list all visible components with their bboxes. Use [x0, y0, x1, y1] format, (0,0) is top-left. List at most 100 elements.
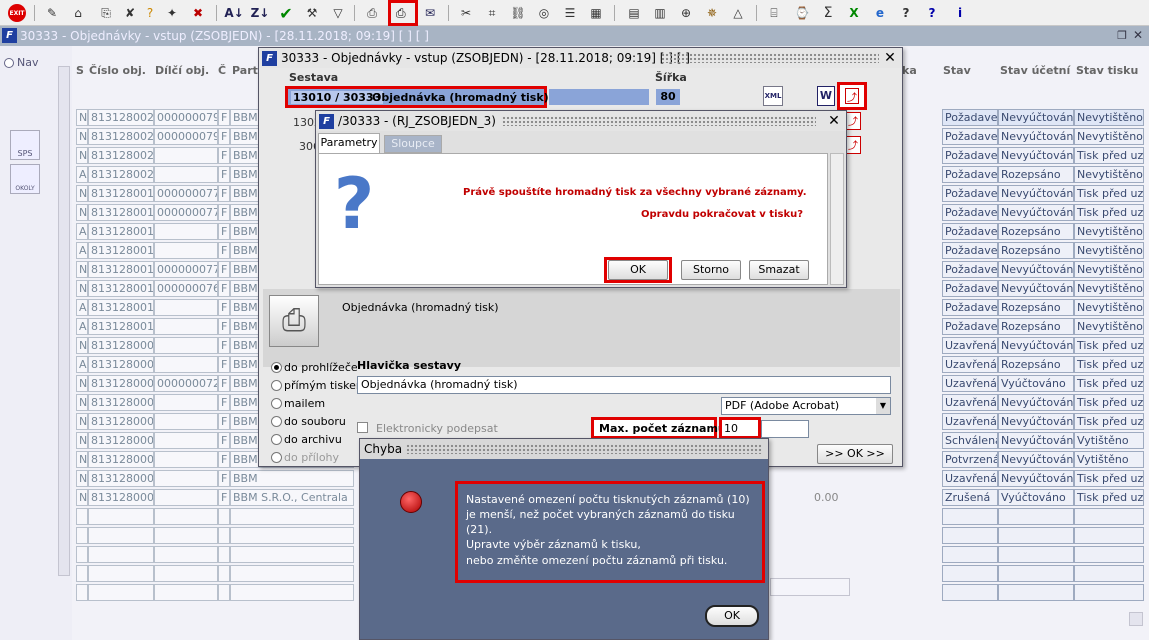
grid-cell-tisk[interactable]: Nevytištěno	[1074, 280, 1144, 297]
grid-cell-ucetni[interactable]: Nevyúčtováno	[998, 280, 1074, 297]
grid-cell-ucetni[interactable]: Nevyúčtováno	[998, 432, 1074, 449]
grid-cell-dilci[interactable]	[154, 565, 218, 582]
grid-cell-stav[interactable]: Požadavek	[942, 280, 998, 297]
xml-export-icon[interactable]: XML	[763, 86, 783, 106]
grid-cell-cislo[interactable]	[88, 546, 154, 563]
close-icon[interactable]: ✕	[1133, 28, 1143, 42]
grid-cell-tisk[interactable]: Nevytištěno	[1074, 318, 1144, 335]
copy-icon[interactable]: ⎘	[96, 3, 116, 23]
grid-cell-s[interactable]: N	[76, 109, 88, 126]
nav-radio[interactable]	[4, 58, 14, 68]
grid-cell-partner[interactable]: BBM S.R.O., Centrala	[230, 489, 354, 506]
printer-icon[interactable]: ⎙	[362, 3, 382, 23]
grid-cell-stav[interactable]: Uzavřená	[942, 394, 998, 411]
grid-cell-c[interactable]: F	[218, 261, 230, 278]
query-cancel-icon[interactable]: ✖	[188, 3, 208, 23]
radio-output-3[interactable]	[271, 416, 282, 427]
grid-cell-s[interactable]	[76, 584, 88, 601]
sign-checkbox[interactable]	[357, 422, 368, 433]
grid-cell-dilci[interactable]: 0000000768	[154, 280, 218, 297]
grid-cell-s[interactable]: N	[76, 375, 88, 392]
grid-cell-ucetni[interactable]: Rozepsáno	[998, 223, 1074, 240]
grid-cell-stav[interactable]: Uzavřená	[942, 470, 998, 487]
col-header-cislo-obj[interactable]: Číslo obj.	[89, 64, 146, 77]
grid-cell-stav[interactable]: Požadavek	[942, 261, 998, 278]
exit-button[interactable]: EXIT	[6, 3, 28, 23]
world-icon[interactable]: ⊕	[676, 3, 696, 23]
grid-cell-stav[interactable]	[942, 546, 998, 563]
grid-cell-c[interactable]: F	[218, 470, 230, 487]
grid-cell-cislo[interactable]: 8131280018	[88, 185, 154, 202]
mass-print-button[interactable]: ⎙	[388, 0, 418, 26]
grid-cell-dilci[interactable]	[154, 432, 218, 449]
grid-cell-dilci[interactable]	[154, 318, 218, 335]
grid-cell-dilci[interactable]	[154, 147, 218, 164]
filter-icon[interactable]: ▽	[328, 3, 348, 23]
document-icon[interactable]: ▥	[650, 3, 670, 23]
max-records-input[interactable]: 10	[719, 417, 761, 439]
col-header-dilci-obj[interactable]: Dílčí obj.	[155, 64, 209, 77]
query-edit-icon[interactable]: ✦	[162, 3, 182, 23]
grid-cell-tisk[interactable]: Vytištěno	[1074, 451, 1144, 468]
grid-cell-s[interactable]: N	[76, 337, 88, 354]
grid-cell-partner[interactable]: BBM	[230, 470, 354, 487]
list-icon[interactable]: ☰	[560, 3, 580, 23]
grid-cell-stav[interactable]: Požadavek	[942, 299, 998, 316]
grid-cell-c[interactable]: F	[218, 185, 230, 202]
grid-cell-cislo[interactable]: 8131280002	[88, 470, 154, 487]
grid-cell-stav[interactable]: Uzavřená	[942, 337, 998, 354]
edit-icon[interactable]: ⌂	[68, 3, 88, 23]
grid-cell-stav[interactable]: Požadavek	[942, 318, 998, 335]
close-icon[interactable]: ✕	[826, 113, 842, 129]
grid-cell-dilci[interactable]	[154, 489, 218, 506]
grid-cell-s[interactable]: N	[76, 413, 88, 430]
grid-cell-s[interactable]: A	[76, 299, 88, 316]
grid-cell-s[interactable]: N	[76, 451, 88, 468]
grid-cell-tisk[interactable]	[1074, 546, 1144, 563]
grid-cell-dilci[interactable]	[154, 166, 218, 183]
col-header-ka[interactable]: ka	[902, 64, 917, 77]
tab-parametry[interactable]: Parametry	[318, 133, 380, 153]
sps-button[interactable]: SPS	[10, 130, 40, 160]
col-header-stav-tisku[interactable]: Stav tisku	[1076, 64, 1138, 77]
close-icon[interactable]: ✕	[882, 50, 898, 66]
grid-cell-s[interactable]: A	[76, 166, 88, 183]
grid-cell-c[interactable]: F	[218, 166, 230, 183]
grid-cell-cislo[interactable]: 8131280016	[88, 261, 154, 278]
grid-cell-tisk[interactable]: Nevytištěno	[1074, 242, 1144, 259]
grid-cell-dilci[interactable]: 0000000772	[154, 204, 218, 221]
info-icon[interactable]: i	[950, 3, 970, 23]
grid-cell-stav[interactable]	[942, 527, 998, 544]
grid-cell-c[interactable]: F	[218, 394, 230, 411]
grid-cell-cislo[interactable]: 8131280009	[88, 337, 154, 354]
grid-cell-s[interactable]: A	[76, 223, 88, 240]
grid-cell-ucetni[interactable]: Nevyúčtováno	[998, 413, 1074, 430]
grid-cell-s[interactable]: N	[76, 489, 88, 506]
grid-cell-c[interactable]: F	[218, 337, 230, 354]
grid-cell-cislo[interactable]: 8131280022	[88, 147, 154, 164]
grid-cell-c[interactable]: F	[218, 356, 230, 373]
grid-cell-dilci[interactable]	[154, 223, 218, 240]
grid-cell-dilci[interactable]	[154, 242, 218, 259]
sort-desc-icon[interactable]: Z↓	[250, 3, 270, 23]
grid-cell-s[interactable]: N	[76, 185, 88, 202]
sort-asc-icon[interactable]: A↓	[224, 3, 244, 23]
smazat-button[interactable]: Smazat	[749, 260, 809, 280]
radio-output-5[interactable]	[271, 452, 282, 463]
grid-cell-ucetni[interactable]: Nevyúčtováno	[998, 394, 1074, 411]
grid-cell-tisk[interactable]: Nevytištěno	[1074, 299, 1144, 316]
col-header-stav[interactable]: Stav	[943, 64, 971, 77]
format-select[interactable]: PDF (Adobe Acrobat) ▼	[721, 397, 891, 415]
grid-cell-dilci[interactable]	[154, 337, 218, 354]
grid-cell-s[interactable]: N	[76, 128, 88, 145]
grid-cell-dilci[interactable]	[154, 546, 218, 563]
grid-cell-ucetni[interactable]: Nevyúčtováno	[998, 147, 1074, 164]
check-icon[interactable]: ✔	[276, 3, 296, 23]
report-row-selected[interactable]: 13010 / 30333 Objednávka (hromadný tisk)	[285, 86, 549, 108]
tab-sloupce[interactable]: Sloupce	[384, 135, 442, 153]
excel-icon[interactable]: X	[844, 3, 864, 23]
grid-scrollbar[interactable]	[58, 66, 70, 576]
grid-icon[interactable]: ▦	[586, 3, 606, 23]
grid-cell-ucetni[interactable]: Rozepsáno	[998, 299, 1074, 316]
wrench-icon[interactable]: ⚒	[302, 3, 322, 23]
